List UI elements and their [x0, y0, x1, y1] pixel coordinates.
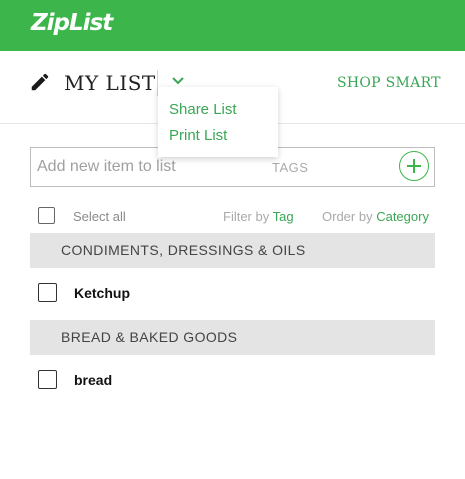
tags-button[interactable]: TAGS — [272, 160, 308, 175]
list-item-name[interactable]: bread — [74, 372, 112, 388]
category-name: BREAD & BAKED GOODS — [61, 329, 238, 345]
category-header: CONDIMENTS, DRESSINGS & OILS — [30, 233, 435, 268]
ziplist-logo[interactable]: ZipList — [31, 10, 113, 36]
share-list-menu-item[interactable]: Share List — [169, 101, 237, 118]
category-header: BREAD & BAKED GOODS — [30, 320, 435, 355]
item-checkbox[interactable] — [38, 283, 57, 302]
order-by-label: Order by — [322, 209, 373, 224]
order-by-control[interactable]: Order by Category — [322, 209, 429, 224]
select-all-checkbox[interactable] — [38, 207, 55, 224]
item-checkbox[interactable] — [38, 370, 57, 389]
list-title: MY LIST — [64, 71, 156, 95]
filter-by-value[interactable]: Tag — [273, 209, 294, 224]
category-name: CONDIMENTS, DRESSINGS & OILS — [61, 242, 306, 258]
plus-circle-icon[interactable] — [399, 151, 429, 181]
list-options-dropdown: Share List Print List — [158, 87, 278, 157]
top-bar: ZipList — [0, 0, 465, 51]
order-by-value[interactable]: Category — [376, 209, 429, 224]
list-item-name[interactable]: Ketchup — [74, 285, 130, 301]
filter-by-control[interactable]: Filter by Tag — [223, 209, 294, 224]
print-list-menu-item[interactable]: Print List — [169, 127, 227, 144]
select-all-label: Select all — [73, 209, 126, 224]
filter-by-label: Filter by — [223, 209, 270, 224]
shop-smart-link[interactable]: SHOP SMART — [337, 75, 441, 91]
chevron-down-icon[interactable] — [170, 74, 186, 86]
add-item-input[interactable] — [37, 154, 257, 180]
pencil-icon[interactable] — [29, 71, 51, 93]
